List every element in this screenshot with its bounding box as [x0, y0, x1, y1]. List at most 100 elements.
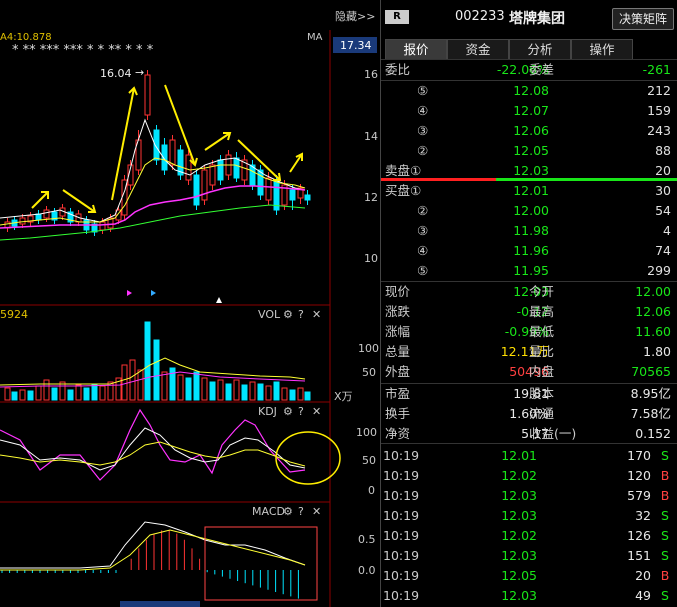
volume-bar	[241, 384, 248, 401]
volume-bar	[265, 385, 272, 401]
tick-row[interactable]: 10:19 12.03 579 B	[381, 486, 677, 506]
quote-value-2: 7.58亿	[630, 406, 671, 421]
gear-icon[interactable]: ⚙	[283, 505, 293, 518]
sell-row[interactable]: ④ 12.07 159	[381, 101, 677, 121]
buy-row[interactable]: ④ 11.96 74	[381, 241, 677, 261]
candle-body	[185, 154, 192, 181]
tick-row[interactable]: 10:19 12.01 170 S	[381, 446, 677, 466]
tab-quote[interactable]: 报价	[385, 39, 447, 59]
tick-price: 12.02	[501, 468, 537, 483]
high-price-marker: 16.04	[100, 67, 132, 80]
candle-body	[201, 169, 208, 201]
volume-bar	[83, 387, 90, 401]
tab-operate[interactable]: 操作	[571, 39, 633, 59]
candle-body	[217, 159, 224, 181]
tab-analysis[interactable]: 分析	[509, 39, 571, 59]
kdj-tick-100: 100	[356, 426, 377, 439]
candle-body	[144, 74, 151, 116]
candle-body	[43, 209, 50, 219]
tick-price: 12.01	[501, 448, 537, 463]
sell-row[interactable]: ② 12.05 88	[381, 141, 677, 161]
close-icon[interactable]: ✕	[312, 405, 321, 418]
macd-tick-05: 0.5	[358, 533, 376, 546]
volume-bar	[304, 391, 311, 401]
tick-row[interactable]: 10:19 12.03 32 S	[381, 506, 677, 526]
volume-bar	[233, 379, 240, 401]
volume-bar	[129, 359, 136, 401]
sell-volume: 159	[647, 103, 671, 118]
tick-row[interactable]: 10:19 12.02 120 B	[381, 466, 677, 486]
tick-price: 12.03	[501, 588, 537, 603]
tick-price: 12.05	[501, 568, 537, 583]
tick-volume: 49	[635, 588, 651, 603]
tick-side: B	[660, 468, 670, 483]
volume-bar	[225, 383, 232, 401]
volume-bar	[201, 377, 208, 401]
quote-row: 总量 12.11万 量比 1.80	[381, 342, 677, 362]
tick-side: S	[661, 508, 669, 523]
decision-matrix-button[interactable]: 决策矩阵	[612, 8, 674, 30]
tab-funds[interactable]: 资金	[447, 39, 509, 59]
buy-row[interactable]: ⑤ 11.95 299	[381, 261, 677, 281]
buy-row[interactable]: ② 12.00 54	[381, 201, 677, 221]
quote-panel: R 002233 塔牌集团 决策矩阵 报价 资金 分析 操作 委比 -22.06…	[381, 0, 677, 607]
tick-row[interactable]: 10:19 12.02 126 S	[381, 526, 677, 546]
tick-row[interactable]: 10:19 12.05 20 B	[381, 566, 677, 586]
kdj-tick-0: 0	[368, 484, 375, 497]
quote-value-2: 1.80	[643, 344, 671, 359]
tick-time: 10:19	[383, 488, 420, 503]
buy-volume: 299	[647, 263, 671, 278]
volume-bar	[257, 383, 264, 401]
volume-bar	[43, 379, 50, 401]
quote-value-2: 12.00	[635, 284, 671, 299]
volume-bar	[161, 371, 168, 401]
buy-volume: 74	[655, 243, 671, 258]
help-icon[interactable]: ?	[298, 405, 304, 418]
volume-bar	[273, 381, 280, 401]
sell-volume: 243	[647, 123, 671, 138]
help-icon[interactable]: ?	[298, 308, 304, 321]
tick-side: B	[660, 488, 670, 503]
sell-row[interactable]: ③ 12.06 243	[381, 121, 677, 141]
candle-body	[265, 177, 272, 201]
tick-side: S	[661, 548, 669, 563]
kdj-tick-50: 50	[362, 454, 376, 467]
volume-bar	[67, 389, 74, 401]
tick-time: 10:19	[383, 548, 420, 563]
tick-time: 10:19	[383, 568, 420, 583]
tick-row[interactable]: 10:19 12.03 49 S	[381, 586, 677, 606]
candle-body	[99, 221, 106, 231]
volume-bar	[289, 389, 296, 401]
tick-row[interactable]: 10:19 12.03 151 S	[381, 546, 677, 566]
star-markers: * ** *** *** * * ** * * *	[12, 43, 154, 58]
macd-tick-00: 0.0	[358, 564, 376, 577]
tick-volume: 170	[627, 448, 651, 463]
kline-chart[interactable]: A4:10.878 MA 隐藏>> 17.34 * ** *** *** * *…	[0, 0, 380, 607]
close-icon[interactable]: ✕	[312, 505, 321, 518]
buy-row[interactable]: 买盘① 12.01 30	[381, 181, 677, 201]
tick-price: 12.03	[501, 508, 537, 523]
sell-row[interactable]: ⑤ 12.08 212	[381, 81, 677, 101]
volume-bar	[27, 390, 34, 401]
ma-tag: MA	[307, 32, 323, 43]
tick-price: 12.02	[501, 528, 537, 543]
gear-icon[interactable]: ⚙	[283, 405, 293, 418]
tick-time: 10:19	[383, 528, 420, 543]
buy-row[interactable]: ③ 11.98 4	[381, 221, 677, 241]
candle-body	[19, 217, 26, 225]
quote-row: 外盘 50496 内盘 70565	[381, 362, 677, 382]
quote-tabs: 报价 资金 分析 操作	[381, 39, 677, 59]
vol-value: 5924	[0, 308, 28, 321]
close-icon[interactable]: ✕	[312, 308, 321, 321]
tick-volume: 579	[627, 488, 651, 503]
volume-bar	[209, 381, 216, 401]
volume-bar	[11, 391, 18, 401]
quote-row: 净资 5.17 收益(一) 0.152	[381, 424, 677, 444]
vol-tick-50: 50	[362, 366, 376, 379]
ma-label: A4:10.878	[0, 32, 52, 43]
candle-body	[35, 213, 42, 221]
gear-icon[interactable]: ⚙	[283, 308, 293, 321]
hide-button[interactable]: 隐藏>>	[335, 10, 375, 23]
help-icon[interactable]: ?	[298, 505, 304, 518]
sell-volume: 88	[655, 143, 671, 158]
